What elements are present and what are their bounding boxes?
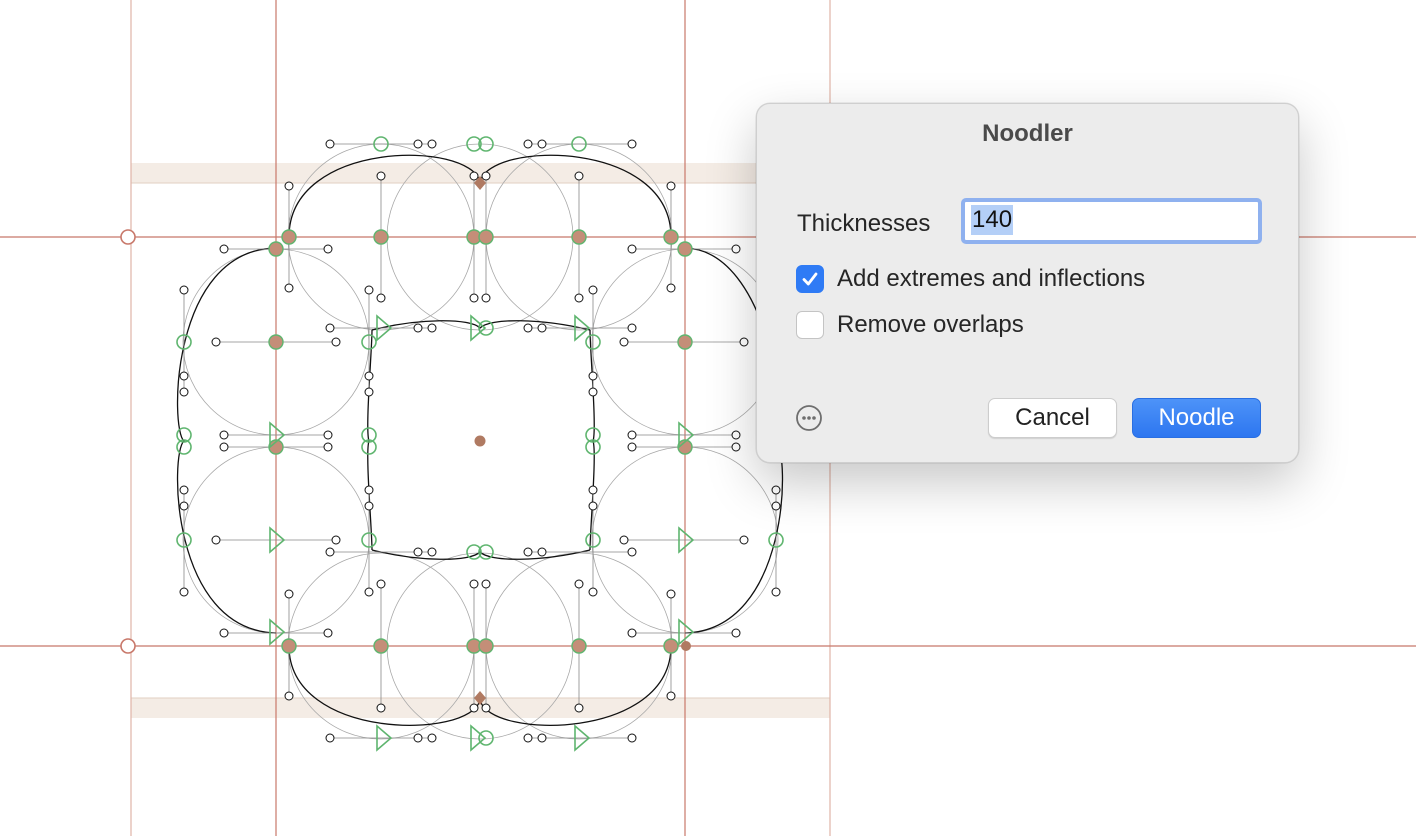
noodler-dialog: Noodler Thicknesses 140 Add extremes and… [756,103,1299,463]
start-point-arrows[interactable] [269,314,695,752]
guide-handle-top[interactable] [120,229,136,245]
noodle-button[interactable]: Noodle [1132,398,1261,438]
thicknesses-label: Thicknesses [797,210,931,237]
cancel-button[interactable]: Cancel [988,398,1117,438]
dialog-title: Noodler [982,120,1073,147]
thicknesses-input[interactable]: 140 [961,198,1262,244]
add-extremes-checkbox[interactable] [796,265,824,293]
remove-overlaps-row[interactable]: Remove overlaps [796,310,1024,340]
ellipsis-circle-icon [796,405,822,431]
guide-handle-bottom[interactable] [120,638,136,654]
anchors[interactable] [474,176,691,705]
remove-overlaps-checkbox[interactable] [796,311,824,339]
more-options-button[interactable] [795,404,823,432]
add-extremes-label: Add extremes and inflections [837,265,1146,292]
thicknesses-value: 140 [971,205,1014,235]
add-extremes-row[interactable]: Add extremes and inflections [796,264,1145,294]
checkmark-icon [802,272,818,286]
remove-overlaps-label: Remove overlaps [837,311,1024,338]
